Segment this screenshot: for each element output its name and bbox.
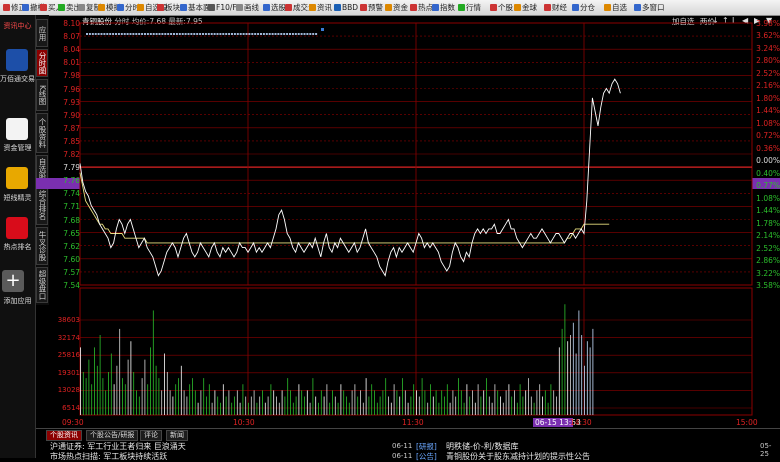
trade-dot xyxy=(190,33,193,35)
trade-dot xyxy=(280,33,283,35)
trade-dot xyxy=(257,33,260,35)
trade-dot xyxy=(184,33,187,35)
trade-dot xyxy=(309,33,312,35)
time-label-1430: 14:30 xyxy=(570,418,592,427)
trade-dot xyxy=(94,33,97,35)
trade-dot xyxy=(144,33,146,35)
news-date-1: 06-11 xyxy=(392,442,413,450)
trade-dot xyxy=(216,33,219,35)
trade-dot xyxy=(178,33,181,35)
trade-dot xyxy=(236,33,239,35)
trade-dot xyxy=(291,33,294,35)
trade-dot xyxy=(112,33,115,35)
trade-dot xyxy=(286,33,289,35)
trade-dot xyxy=(210,33,213,35)
trade-dot xyxy=(300,33,303,35)
news-panel: 个股资讯 个股公告/研报 评论 新闻 沪通证券: 军工行业王者归来 巨浪涌天 0… xyxy=(36,428,780,462)
trade-dot xyxy=(152,33,155,35)
trade-dot xyxy=(126,33,129,35)
marker-dot xyxy=(321,28,324,31)
trade-dot xyxy=(228,33,231,35)
trade-dot xyxy=(199,33,202,35)
trade-dot xyxy=(262,33,265,35)
trade-dot xyxy=(132,33,135,35)
news-tag-2: [公告] xyxy=(416,452,437,461)
trade-dot xyxy=(173,33,175,35)
time-label-1130: 11:30 xyxy=(402,418,424,427)
trade-dot xyxy=(271,33,274,35)
trade-dot xyxy=(306,33,309,35)
trade-dot xyxy=(251,33,254,35)
trade-dot xyxy=(91,33,94,35)
news-headline-2[interactable]: 市场热点扫描: 军工板块持续活跃 xyxy=(50,451,167,462)
trade-dot xyxy=(231,33,233,35)
trade-dot xyxy=(245,33,248,35)
trade-dot xyxy=(109,33,112,35)
trade-dot xyxy=(100,33,103,35)
trade-dot xyxy=(204,33,207,35)
trade-dot xyxy=(242,33,245,35)
trade-dot xyxy=(260,33,262,35)
trade-dot xyxy=(233,33,236,35)
trade-dot xyxy=(146,33,149,35)
trade-dot xyxy=(123,33,126,35)
news-date-2: 06-11 xyxy=(392,452,413,460)
tab-stock-news[interactable]: 个股资讯 xyxy=(46,430,82,441)
trade-dot xyxy=(120,33,123,35)
trade-dot xyxy=(141,33,144,35)
trade-dot xyxy=(297,33,300,35)
trade-dot xyxy=(181,33,184,35)
news-date-right: 05-25 xyxy=(760,442,772,458)
tab-comments[interactable]: 评论 xyxy=(140,430,162,441)
trade-dot xyxy=(170,33,173,35)
trade-dot xyxy=(193,33,196,35)
trade-dot xyxy=(303,33,306,35)
trade-dot xyxy=(129,33,132,35)
trade-dot xyxy=(225,33,228,35)
trade-dot xyxy=(254,33,257,35)
time-label-1500: 15:00 xyxy=(736,418,758,427)
trade-dot xyxy=(315,33,318,35)
trade-dot xyxy=(222,33,225,35)
trade-dot xyxy=(289,33,291,35)
trade-dot xyxy=(202,33,204,35)
trade-dot xyxy=(97,33,100,35)
trade-dot xyxy=(219,33,222,35)
news-title-right-2[interactable]: 青铜股份关于股东减持计划的提示性公告 xyxy=(446,451,590,462)
trade-dot xyxy=(207,33,210,35)
trade-dot xyxy=(248,33,251,35)
trade-dot xyxy=(164,33,167,35)
trade-dot xyxy=(155,33,158,35)
price-line xyxy=(79,78,621,277)
trade-dot xyxy=(213,33,216,35)
time-label-1030: 10:30 xyxy=(233,418,255,427)
trade-dot xyxy=(294,33,297,35)
trade-dot xyxy=(115,33,117,35)
trade-dot xyxy=(135,33,138,35)
tab-news[interactable]: 新闻 xyxy=(166,430,188,441)
trade-dot xyxy=(88,33,91,35)
trade-dot xyxy=(312,33,315,35)
trade-dot xyxy=(103,33,106,35)
tab-announcements[interactable]: 个股公告/研报 xyxy=(86,430,139,441)
trade-dot xyxy=(196,33,199,35)
trade-dot xyxy=(265,33,268,35)
trade-dot xyxy=(86,33,88,35)
trade-dot xyxy=(175,33,178,35)
time-label-0930: 09:30 xyxy=(62,418,84,427)
trade-dot xyxy=(268,33,271,35)
trade-dot xyxy=(138,33,141,35)
trade-dot xyxy=(187,33,190,35)
trade-dot xyxy=(277,33,280,35)
trade-dot xyxy=(106,33,109,35)
trade-dot xyxy=(283,33,286,35)
trade-dot xyxy=(149,33,152,35)
trade-dot xyxy=(158,33,161,35)
trade-dot xyxy=(239,33,242,35)
trade-dot xyxy=(117,33,120,35)
trade-dot xyxy=(274,33,277,35)
trade-dot xyxy=(161,33,164,35)
intraday-chart[interactable] xyxy=(0,0,780,458)
trade-dot xyxy=(167,33,170,35)
